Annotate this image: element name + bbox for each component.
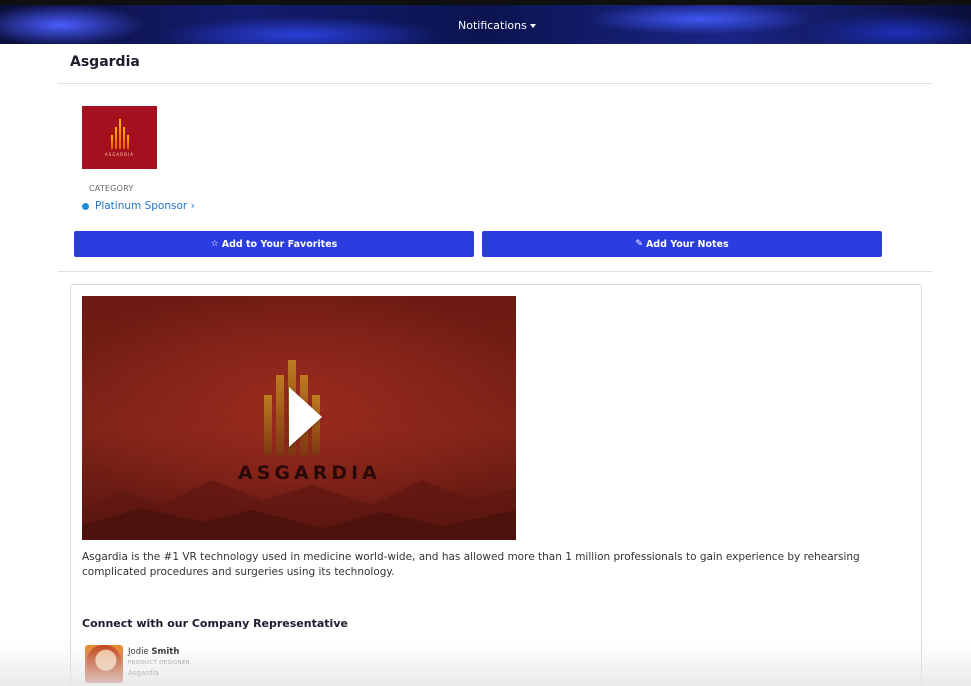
- video-brand-text: ASGARDIA: [238, 462, 381, 484]
- category-row: Platinum Sponsor ›: [82, 200, 195, 212]
- chevron-right-icon: ›: [190, 200, 195, 212]
- representative-section-title: Connect with our Company Representative: [82, 617, 348, 630]
- representative-role: PRODUCT DESIGNER: [128, 660, 190, 666]
- divider: [58, 271, 933, 272]
- category-label: CATEGORY: [89, 184, 134, 193]
- category-value: Platinum Sponsor: [95, 200, 188, 212]
- favorites-button-label: Add to Your Favorites: [221, 238, 338, 250]
- add-notes-button[interactable]: ✎ Add Your Notes: [482, 231, 882, 257]
- top-navbar: Notifications: [0, 0, 971, 44]
- representative-company: Asgardia: [128, 669, 159, 677]
- add-to-favorites-button[interactable]: ☆ Add to Your Favorites: [74, 231, 474, 257]
- page-title: Asgardia: [70, 54, 140, 70]
- category-dot-icon: [82, 202, 89, 210]
- star-icon: ☆: [210, 239, 219, 249]
- edit-icon: ✎: [635, 239, 643, 249]
- company-logo: ASGARDIA: [82, 106, 157, 169]
- representative-last-name: Smith: [151, 647, 180, 657]
- logo-wordmark: ASGARDIA: [105, 151, 134, 157]
- divider: [58, 83, 933, 84]
- company-description: Asgardia is the #1 VR technology used in…: [82, 551, 860, 578]
- representative-card[interactable]: Jodie Smith PRODUCT DESIGNER Asgardia: [85, 645, 190, 683]
- caret-down-icon: [529, 24, 536, 28]
- notifications-dropdown[interactable]: Notifications: [458, 19, 536, 32]
- play-icon[interactable]: [289, 387, 322, 447]
- representative-first-name: Jodie: [128, 647, 149, 657]
- logo-bars-icon: [110, 118, 129, 149]
- category-link[interactable]: Platinum Sponsor ›: [95, 200, 195, 212]
- representative-name: Jodie Smith: [128, 647, 190, 657]
- representative-info: Jodie Smith PRODUCT DESIGNER Asgardia: [128, 645, 190, 683]
- avatar: [85, 645, 123, 683]
- notes-button-label: Add Your Notes: [645, 238, 729, 250]
- notifications-label: Notifications: [458, 19, 527, 32]
